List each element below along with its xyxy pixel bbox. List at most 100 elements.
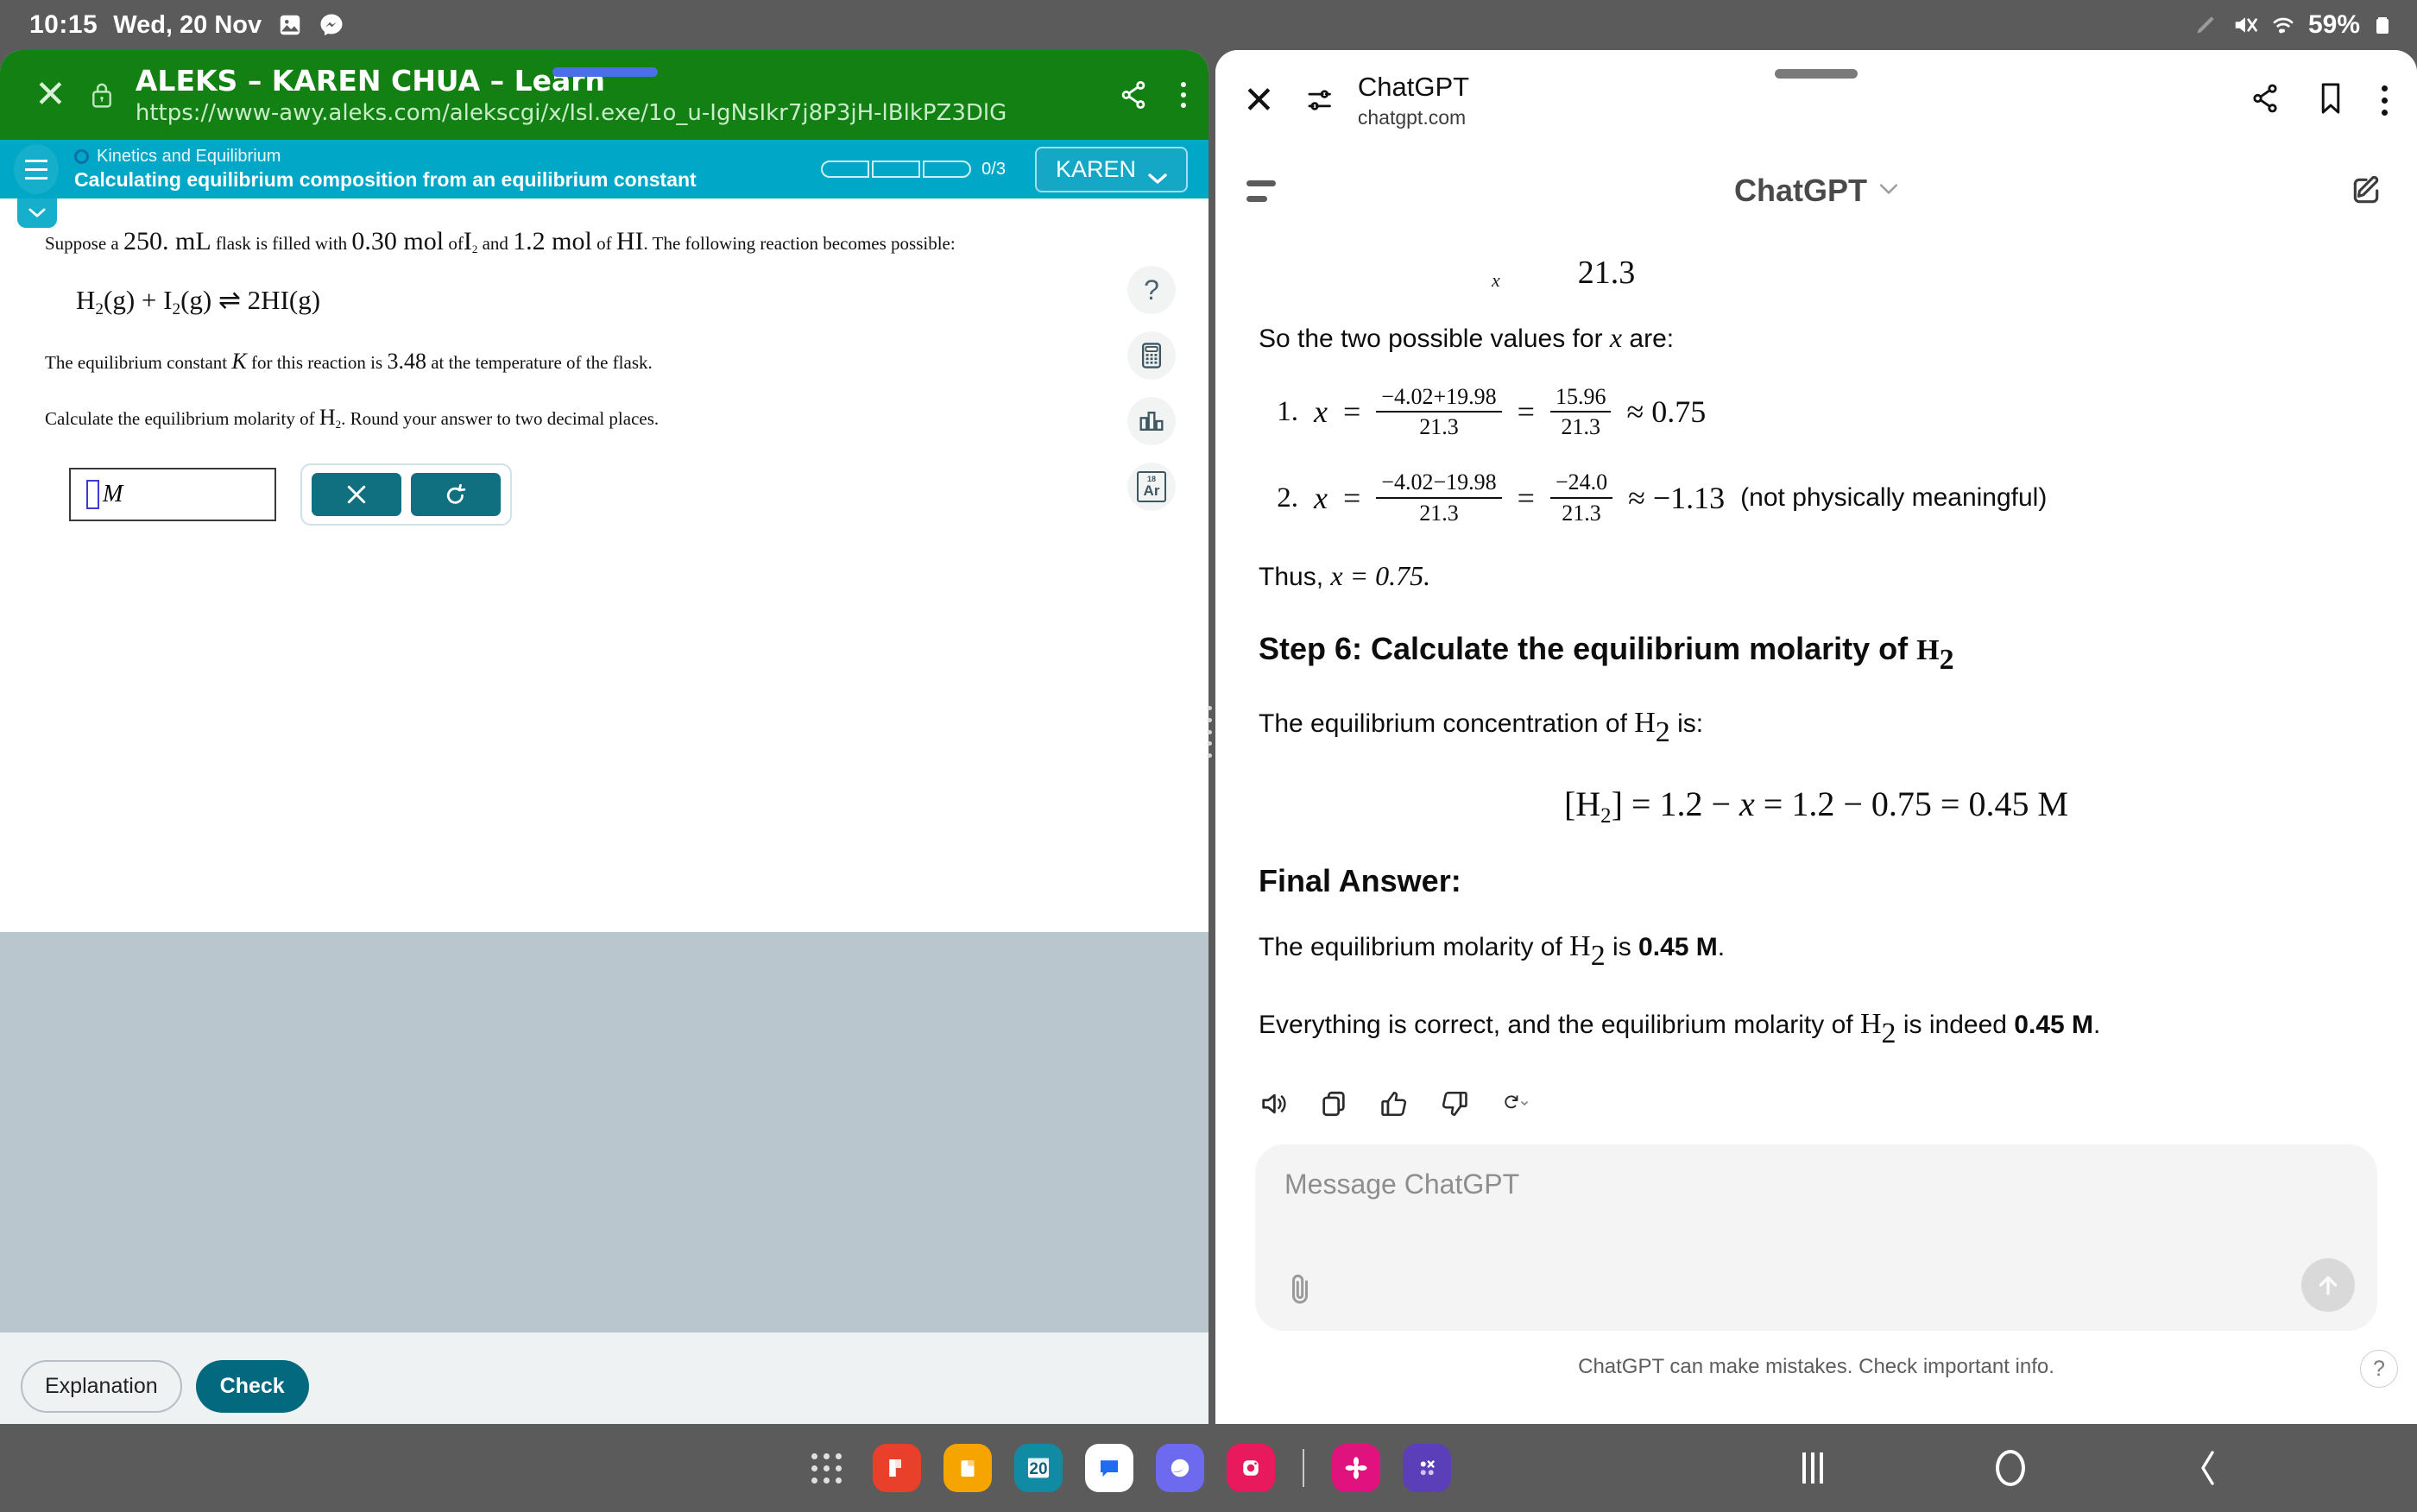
solution-2-num-1: −4.02−19.98	[1376, 469, 1502, 500]
conc-species: H	[1634, 707, 1656, 740]
sidebar-toggle-icon[interactable]	[1246, 180, 1276, 202]
calendar-day: 20	[1029, 1460, 1048, 1478]
solution-1-num-1: −4.02+19.98	[1376, 384, 1502, 413]
clear-answer-button[interactable]	[312, 473, 401, 517]
read-aloud-icon[interactable]	[1259, 1089, 1288, 1123]
q2-c: at the temperature of the flask.	[431, 351, 653, 373]
bar-chart-icon[interactable]	[1127, 397, 1176, 445]
q1-species-i2-sub: 2	[471, 243, 478, 256]
chevron-down-icon	[1879, 183, 1898, 199]
regenerate-icon[interactable]	[1500, 1089, 1530, 1123]
recents-button[interactable]	[1802, 1452, 1823, 1484]
mute-icon	[2232, 12, 2258, 38]
q1-f: . The following reaction becomes possibl…	[643, 233, 956, 254]
app-icon-galaxy-store[interactable]	[1403, 1444, 1451, 1492]
aleks-url: https://www-awy.aleks.com/alekscgi/x/Isl…	[135, 100, 1007, 126]
solution-1-num-2: 15.96	[1549, 384, 1612, 413]
final-species-sub: 2	[1590, 939, 1606, 972]
verify-value: 0.45 M	[2014, 1010, 2094, 1039]
answer-input[interactable]: M	[69, 468, 276, 522]
q1-c: of	[448, 233, 464, 254]
app-icon-instagram[interactable]	[1227, 1444, 1275, 1492]
close-icon[interactable]: ✕	[35, 76, 66, 114]
back-button[interactable]	[2198, 1448, 2218, 1488]
lock-icon	[89, 80, 115, 110]
verify-species: H	[1859, 1007, 1882, 1040]
app-icon-photo-editor[interactable]	[1332, 1444, 1380, 1492]
home-button[interactable]	[1996, 1450, 2025, 1486]
app-icon-flipboard[interactable]	[873, 1444, 921, 1492]
q3-b: . Round your answer to two decimal place…	[341, 408, 659, 430]
chatgpt-address-block[interactable]: ChatGPT chatgpt.com	[1358, 72, 1469, 129]
solution-2-var: x	[1314, 481, 1328, 516]
attach-icon[interactable]	[1284, 1270, 1316, 1308]
aleks-tool-rail: ? 18 Ar	[1127, 266, 1176, 511]
messenger-icon	[319, 12, 344, 38]
calculator-icon[interactable]	[1127, 331, 1176, 380]
solution-1-result: ≈ 0.75	[1626, 394, 1707, 430]
aleks-overflow-menu-icon[interactable]	[1177, 79, 1190, 111]
aleks-toolbar-actions	[1119, 79, 1190, 111]
share-icon[interactable]	[1119, 79, 1148, 110]
collapse-panel-icon[interactable]	[17, 198, 57, 228]
progress-bars-icon	[821, 161, 972, 178]
chatgpt-conversation[interactable]: x 21.3 So the two possible values for x …	[1215, 231, 2417, 1181]
solution-2-fraction-1: −4.02−19.98 21.3	[1376, 469, 1502, 526]
final-answer-line: The equilibrium molarity of H2 is 0.45 M…	[1259, 925, 2374, 977]
final-text-b: is	[1605, 932, 1639, 961]
check-button[interactable]: Check	[195, 1359, 309, 1413]
close-icon[interactable]: ✕	[1243, 79, 1275, 123]
app-icon-calendar[interactable]: 20	[1014, 1444, 1063, 1492]
step-6-species-sub: 2	[1939, 643, 1954, 676]
chatgpt-overflow-menu-icon[interactable]	[2382, 85, 2388, 116]
equilibrium-constant-symbol: K	[231, 348, 247, 374]
aleks-progress: 0/3	[821, 160, 1006, 180]
answer-unit: M	[103, 481, 123, 508]
answer-entry-row: M	[45, 463, 1019, 526]
chemical-reaction: H2(g) + I2(g) ⇌ 2HI(g)	[76, 284, 321, 318]
verify-species-sub: 2	[1881, 1017, 1896, 1049]
share-icon[interactable]	[2250, 82, 2280, 119]
solution-2-index: 2.	[1277, 482, 1298, 513]
status-bar-left: 10:15 Wed, 20 Nov	[29, 10, 344, 40]
solution-1-var: x	[1314, 394, 1328, 430]
aleks-blank-area	[0, 932, 1208, 1332]
aleks-action-bar: Explanation Check	[0, 1332, 1208, 1424]
message-composer[interactable]: Message ChatGPT	[1255, 1144, 2377, 1331]
q1-b: flask is filled with	[215, 233, 348, 254]
two-values-intro: So the two possible values for x are:	[1259, 318, 2374, 358]
fragment-variable: x	[1492, 269, 1500, 291]
taskbar-apps: 20	[811, 1444, 1451, 1492]
app-icon-messages[interactable]	[1085, 1444, 1133, 1492]
q2-a: The equilibrium constant	[45, 351, 228, 373]
app-icon-files[interactable]	[943, 1444, 992, 1492]
chevron-down-icon	[1148, 164, 1167, 184]
topic-status-icon	[74, 149, 89, 164]
thumbs-up-icon[interactable]	[1379, 1089, 1409, 1123]
solution-1-den-1: 21.3	[1419, 414, 1459, 440]
aleks-browser-toolbar: ✕ ALEKS – KAREN CHUA – Learn https://www…	[0, 50, 1208, 140]
aleks-menu-icon[interactable]	[14, 144, 59, 194]
site-settings-icon[interactable]	[1304, 85, 1334, 116]
thumbs-down-icon[interactable]	[1440, 1089, 1469, 1123]
undo-button[interactable]	[411, 473, 501, 517]
solution-2-result: ≈ −1.13	[1628, 481, 1726, 516]
copy-icon[interactable]	[1319, 1089, 1348, 1123]
help-icon[interactable]: ?	[1127, 266, 1176, 314]
message-input[interactable]: Message ChatGPT	[1284, 1169, 2348, 1200]
thus-line: Thus, x = 0.75.	[1259, 556, 2374, 596]
model-selector[interactable]: ChatGPT	[1734, 173, 1898, 209]
explanation-button[interactable]: Explanation	[21, 1359, 182, 1413]
periodic-table-icon[interactable]: 18 Ar	[1127, 463, 1176, 511]
app-icon-samsung-internet[interactable]	[1156, 1444, 1204, 1492]
split-pane-handle[interactable]	[1202, 706, 1216, 758]
concentration-line: The equilibrium concentration of H2 is:	[1259, 702, 2374, 753]
send-button[interactable]	[2301, 1258, 2355, 1312]
app-drawer-icon[interactable]	[811, 1452, 842, 1484]
help-icon[interactable]: ?	[2360, 1350, 2398, 1388]
bookmark-icon[interactable]	[2316, 82, 2345, 119]
user-menu-button[interactable]: KAREN	[1034, 146, 1188, 192]
window-drag-handle[interactable]	[1775, 69, 1858, 79]
new-chat-icon[interactable]	[2350, 174, 2382, 207]
list-item: 1. x = −4.02+19.98 21.3 = 15.96 21.3 ≈ 0…	[1259, 384, 2374, 441]
